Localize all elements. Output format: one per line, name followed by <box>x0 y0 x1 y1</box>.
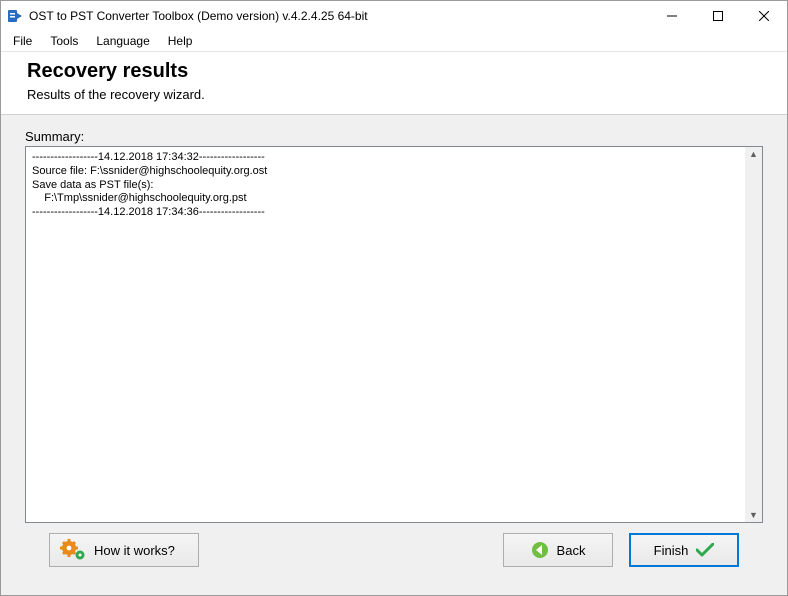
menu-tools[interactable]: Tools <box>42 32 86 50</box>
summary-log[interactable]: ------------------14.12.2018 17:34:32---… <box>26 147 745 522</box>
page-title: Recovery results <box>27 60 761 83</box>
scroll-up-icon[interactable]: ▲ <box>749 149 758 159</box>
menu-language[interactable]: Language <box>88 32 157 50</box>
scroll-down-icon[interactable]: ▼ <box>749 510 758 520</box>
page-subtitle: Results of the recovery wizard. <box>27 87 761 102</box>
window-title: OST to PST Converter Toolbox (Demo versi… <box>29 9 368 23</box>
back-arrow-icon <box>531 541 549 559</box>
how-it-works-button[interactable]: How it works? <box>49 533 199 567</box>
summary-label: Summary: <box>25 129 763 144</box>
minimize-button[interactable] <box>649 1 695 31</box>
gears-icon <box>60 539 86 561</box>
titlebar: OST to PST Converter Toolbox (Demo versi… <box>1 1 787 31</box>
content-area: Summary: ------------------14.12.2018 17… <box>1 115 787 595</box>
menu-file[interactable]: File <box>5 32 40 50</box>
menubar: File Tools Language Help <box>1 31 787 52</box>
back-label: Back <box>557 543 586 558</box>
app-icon <box>7 8 23 24</box>
close-button[interactable] <box>741 1 787 31</box>
back-button[interactable]: Back <box>503 533 613 567</box>
menu-help[interactable]: Help <box>160 32 201 50</box>
scrollbar[interactable]: ▲ ▼ <box>745 147 762 522</box>
page-header: Recovery results Results of the recovery… <box>1 52 787 115</box>
finish-button[interactable]: Finish <box>629 533 739 567</box>
footer: How it works? Back Finish <box>25 523 763 583</box>
how-it-works-label: How it works? <box>94 543 175 558</box>
maximize-button[interactable] <box>695 1 741 31</box>
finish-label: Finish <box>654 543 689 558</box>
checkmark-icon <box>696 543 714 557</box>
summary-box: ------------------14.12.2018 17:34:32---… <box>25 146 763 523</box>
